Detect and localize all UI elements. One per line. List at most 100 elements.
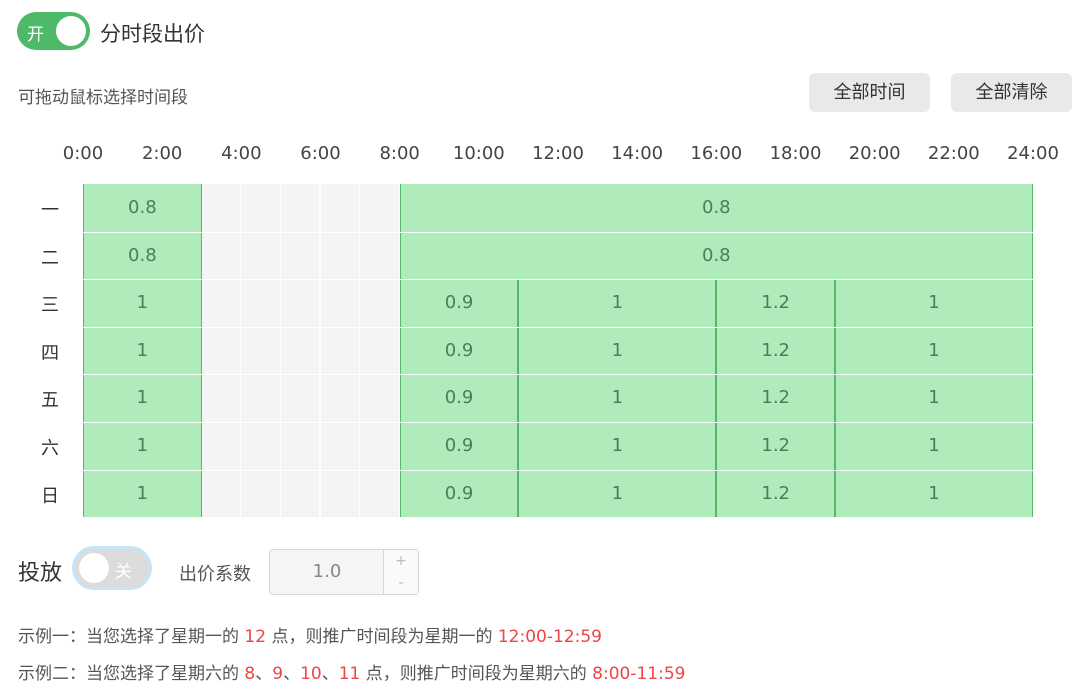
time-cell[interactable] (241, 184, 281, 232)
time-cell[interactable] (360, 422, 400, 470)
time-cell[interactable] (360, 326, 400, 375)
hour-label: 0:00 (62, 143, 104, 164)
put-label: 投放 (18, 561, 63, 586)
time-segment[interactable]: 1 (83, 326, 202, 375)
time-cell[interactable] (320, 231, 361, 280)
time-cell[interactable] (320, 469, 361, 518)
bid-coefficient-label: 出价系数 (179, 564, 251, 585)
hour-label: 12:00 (532, 143, 584, 164)
time-segment[interactable]: 1 (83, 422, 202, 470)
time-segment[interactable]: 1 (83, 469, 202, 518)
time-segment[interactable]: 0.9 (399, 422, 519, 470)
time-cell[interactable] (241, 469, 281, 518)
time-segment[interactable]: 1 (518, 279, 717, 327)
hour-label: 18:00 (769, 143, 822, 164)
time-cell[interactable] (241, 326, 281, 375)
time-cell[interactable] (201, 326, 242, 375)
example-text: 、 (321, 664, 339, 684)
bid-coefficient-value[interactable]: 1.0 (270, 550, 384, 594)
highlight-text: 8:00-11:59 (592, 664, 686, 684)
time-cell[interactable] (280, 184, 321, 232)
time-segment[interactable]: 1.2 (716, 326, 836, 375)
time-cell[interactable] (241, 279, 281, 327)
example-text: 示例二：当您选择了星期六的 (18, 664, 245, 684)
time-cell[interactable] (320, 279, 361, 327)
time-segment[interactable]: 1 (518, 374, 717, 422)
time-segment[interactable]: 1 (835, 326, 1033, 375)
example-line: 示例二：当您选择了星期六的 8、9、10、11 点，则推广时间段为星期六的 8:… (18, 659, 685, 684)
decrement-button[interactable]: - (383, 572, 418, 594)
increment-button[interactable]: + (383, 550, 418, 573)
day-label: 一 (41, 200, 59, 221)
time-segment[interactable]: 1 (518, 326, 717, 375)
time-cell[interactable] (280, 279, 321, 327)
time-cell[interactable] (280, 231, 321, 280)
time-segment[interactable]: 1 (835, 374, 1033, 422)
time-segment[interactable]: 0.9 (399, 374, 519, 422)
select-all-time-button[interactable]: 全部时间 (809, 73, 930, 112)
time-segment[interactable]: 1.2 (716, 279, 836, 327)
hour-label: 8:00 (379, 143, 420, 164)
toggle-off-label: 关 (115, 562, 132, 582)
time-cell[interactable] (201, 374, 242, 422)
clear-all-button[interactable]: 全部清除 (951, 73, 1072, 112)
time-cell[interactable] (360, 374, 400, 422)
time-segment[interactable]: 0.9 (399, 326, 519, 375)
time-segment[interactable]: 0.8 (83, 184, 202, 232)
hour-label: 16:00 (690, 143, 743, 164)
time-cell[interactable] (280, 469, 321, 518)
time-cell[interactable] (241, 374, 281, 422)
time-cell[interactable] (280, 422, 321, 470)
time-segment[interactable]: 1 (83, 374, 202, 422)
time-cell[interactable] (280, 374, 321, 422)
time-segment[interactable]: 1 (518, 469, 717, 518)
put-toggle[interactable]: 关 (75, 549, 149, 587)
drag-hint: 可拖动鼠标选择时间段 (18, 88, 188, 108)
row-divider (83, 231, 1033, 233)
time-segment[interactable]: 0.9 (399, 279, 519, 327)
hour-label: 10:00 (452, 143, 505, 164)
row-divider (83, 469, 1033, 471)
time-segment[interactable]: 1.2 (716, 469, 836, 518)
hour-label: 20:00 (848, 143, 901, 164)
time-cell[interactable] (320, 374, 361, 422)
time-cell[interactable] (201, 279, 242, 327)
time-cell[interactable] (320, 184, 361, 232)
time-segment[interactable]: 1.2 (716, 374, 836, 422)
time-segment[interactable]: 0.9 (399, 469, 519, 518)
day-label: 三 (41, 295, 59, 317)
time-cell[interactable] (320, 326, 361, 375)
hour-label: 2:00 (141, 143, 183, 164)
example-text: 示例一：当您选择了星期一的 (18, 627, 245, 647)
time-cell[interactable] (320, 422, 361, 470)
day-label: 六 (41, 438, 59, 459)
time-cell[interactable] (360, 184, 400, 232)
time-segment[interactable]: 0.8 (399, 184, 1033, 232)
time-cell[interactable] (201, 469, 242, 518)
time-cell[interactable] (201, 184, 242, 232)
time-segment[interactable]: 0.8 (83, 231, 202, 280)
time-segment[interactable]: 1 (835, 422, 1033, 470)
time-bidding-toggle[interactable]: 开 (17, 12, 90, 50)
row-divider (83, 326, 1033, 328)
time-segment[interactable]: 1 (518, 422, 717, 470)
time-cell[interactable] (201, 231, 242, 280)
time-cell[interactable] (201, 422, 242, 470)
time-segment[interactable]: 0.8 (399, 231, 1033, 280)
bid-coefficient-stepper[interactable]: 1.0 + - (269, 549, 419, 595)
time-cell[interactable] (241, 422, 281, 470)
time-cell[interactable] (241, 231, 281, 280)
day-label: 五 (41, 390, 59, 412)
hour-label: 24:00 (1007, 143, 1059, 164)
time-cell[interactable] (360, 279, 400, 327)
time-segment[interactable]: 1.2 (716, 422, 836, 470)
day-label: 二 (41, 247, 59, 269)
toggle-on-label: 开 (27, 25, 44, 45)
time-cell[interactable] (280, 326, 321, 375)
time-segment[interactable]: 1 (835, 279, 1033, 327)
time-segment[interactable]: 1 (835, 469, 1033, 518)
day-label: 日 (41, 485, 59, 507)
time-cell[interactable] (360, 231, 400, 280)
time-cell[interactable] (360, 469, 400, 518)
time-segment[interactable]: 1 (83, 279, 202, 327)
